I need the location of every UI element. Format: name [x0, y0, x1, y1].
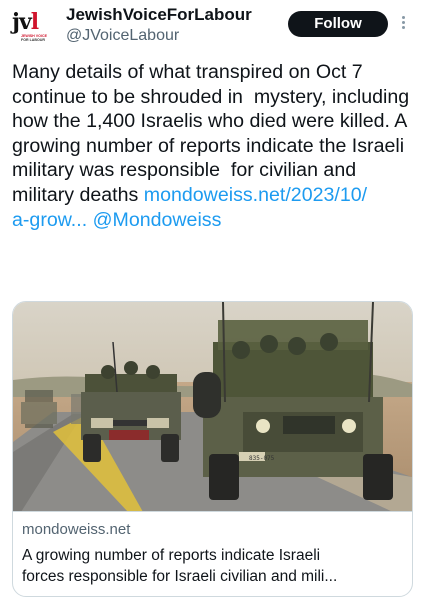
tweet-text: Many details of what transpired on Oct 7… — [12, 60, 412, 232]
vehicle-plate: 835-075 — [249, 455, 275, 462]
jvl-logo-subtext: JEWISH VOICE FOR LABOUR — [21, 34, 52, 42]
tweet-header: jvl JEWISH VOICE FOR LABOUR JewishVoiceF… — [0, 0, 425, 56]
card-title-line-2: forces responsible for Israeli civilian … — [22, 568, 338, 585]
card-title: A growing number of reports indicate Isr… — [22, 545, 406, 587]
more-vertical-icon[interactable] — [400, 14, 406, 34]
author-handle[interactable]: @JVoiceLabour — [66, 27, 179, 45]
jvl-logo: jvl — [12, 9, 39, 35]
follow-button[interactable]: Follow — [288, 11, 388, 37]
card-title-line-1: A growing number of reports indicate Isr… — [22, 547, 321, 564]
card-image[interactable]: 835-075 — [13, 302, 412, 512]
author-display-name[interactable]: JewishVoiceForLabour — [66, 5, 252, 25]
card-domain: mondoweiss.net — [22, 521, 131, 538]
logo-subtext-line-2: FOR LABOUR — [21, 38, 45, 42]
link-preview-card[interactable]: 835-075 mondoweiss.net A growing number … — [12, 301, 413, 597]
avatar[interactable]: jvl JEWISH VOICE FOR LABOUR — [12, 8, 52, 48]
mention-link[interactable]: @Mondoweiss — [93, 209, 222, 231]
